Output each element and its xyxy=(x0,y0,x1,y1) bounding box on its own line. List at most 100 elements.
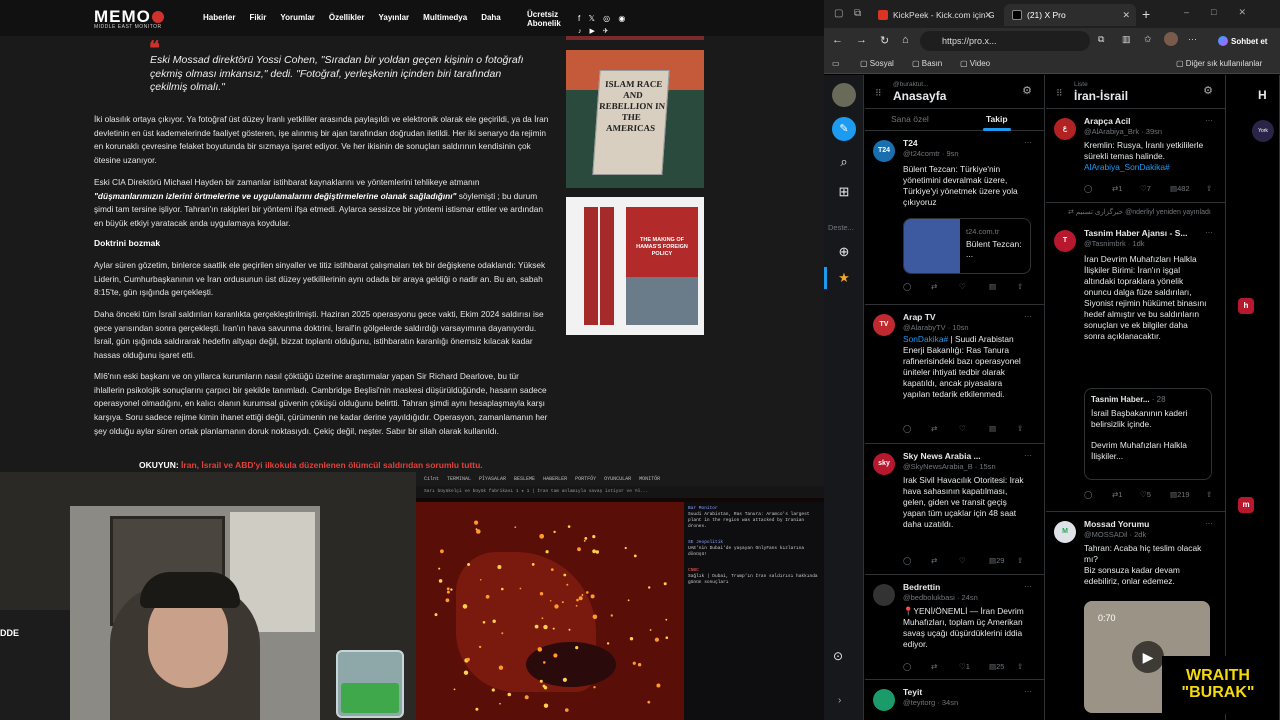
workspaces-icon[interactable]: ▢ xyxy=(834,8,843,19)
map-event-dot[interactable] xyxy=(575,646,579,650)
map-event-dot[interactable] xyxy=(519,587,522,590)
map-event-dot[interactable] xyxy=(576,598,579,602)
profile-avatar[interactable] xyxy=(1164,32,1178,46)
map-event-dot[interactable] xyxy=(624,546,627,550)
more-icon[interactable]: ··· xyxy=(1205,228,1213,237)
author-name[interactable]: T24 xyxy=(903,138,918,148)
map-event-dot[interactable] xyxy=(592,535,596,539)
tab-for-you[interactable]: Sana özel xyxy=(891,114,929,124)
new-tab-icon[interactable]: + xyxy=(1142,6,1150,22)
drag-handle-icon[interactable]: ⠿ xyxy=(875,88,882,99)
map-event-dot[interactable] xyxy=(474,520,479,525)
like-icon[interactable]: ♡ xyxy=(959,282,966,291)
retweet-icon[interactable]: ⇄ xyxy=(931,282,937,291)
retweet-icon[interactable]: ⇄ xyxy=(931,556,937,565)
author-name[interactable]: Arapça Acil xyxy=(1084,116,1130,126)
map-event-dot[interactable] xyxy=(568,628,571,631)
hashtag-link[interactable]: AlArabiya_SonDakika# xyxy=(1084,162,1170,172)
more-icon[interactable]: ··· xyxy=(1024,687,1032,696)
add-column-icon[interactable]: ⊞ xyxy=(833,181,855,203)
like-icon[interactable]: ♡ 5 xyxy=(1140,490,1151,499)
drag-handle-icon[interactable]: ⠿ xyxy=(1056,88,1063,99)
views-icon[interactable]: ▤ xyxy=(989,282,996,291)
map-event-dot[interactable] xyxy=(543,703,549,708)
avatar[interactable]: sky xyxy=(873,453,895,475)
map-event-dot[interactable] xyxy=(462,604,468,609)
map-event-dot[interactable] xyxy=(482,621,486,624)
nav-yorumlar[interactable]: Yorumlar xyxy=(280,13,315,22)
map-event-dot[interactable] xyxy=(549,600,552,602)
quoted-tweet[interactable]: Tasnim Haber... · 28 İsrail Başbakanının… xyxy=(1084,388,1212,480)
map-event-dot[interactable] xyxy=(577,547,581,552)
author-name[interactable]: Arap TV xyxy=(903,312,936,322)
map-event-dot[interactable] xyxy=(590,594,595,599)
book-ad-hamas-foreign-policy[interactable]: THE MAKING OF HAMAS'S FOREIGN POLICY xyxy=(566,197,704,335)
link-card[interactable]: t24.com.tr Bülent Tezcan: ... xyxy=(903,218,1031,274)
more-icon[interactable]: ··· xyxy=(1205,116,1213,125)
author-name[interactable]: Sky News Arabia ... xyxy=(903,451,981,461)
map-event-dot[interactable] xyxy=(466,657,470,662)
map-event-dot[interactable] xyxy=(475,707,479,711)
map-event-dot[interactable] xyxy=(497,565,502,569)
forward-icon[interactable]: → xyxy=(856,34,867,46)
map-event-dot[interactable] xyxy=(453,688,456,691)
new-deck-icon[interactable]: ⊕ xyxy=(833,241,855,263)
avatar[interactable]: T xyxy=(1054,230,1076,252)
share-icon[interactable]: ⇧ xyxy=(1206,490,1212,499)
share-icon[interactable]: ⇧ xyxy=(1017,282,1023,291)
subscribe-link[interactable]: Ücretsiz Abonelik xyxy=(527,10,561,28)
map-event-dot[interactable] xyxy=(592,549,596,554)
map-event-dot[interactable] xyxy=(534,624,539,629)
author-name[interactable]: Tasnim Haber Ajansı - S... xyxy=(1084,228,1187,238)
extension-icon[interactable]: ⧉ xyxy=(1098,34,1104,45)
nav-multimedya[interactable]: Multimedya xyxy=(423,13,467,22)
tab-x-pro[interactable]: (21) X Pro ✕ xyxy=(1004,4,1136,26)
views-icon[interactable]: ▤ 219 xyxy=(1170,490,1190,499)
avatar[interactable] xyxy=(873,584,895,606)
map-event-dot[interactable] xyxy=(438,579,443,583)
map-event-dot[interactable] xyxy=(592,614,598,620)
more-icon[interactable]: ··· xyxy=(1024,138,1032,147)
map-event-dot[interactable] xyxy=(450,588,453,591)
nav-ozellikler[interactable]: Özellikler xyxy=(329,13,365,22)
terminal-tab[interactable]: TERMINAL xyxy=(447,476,471,482)
social-icons[interactable]: f 𝕏 ◎ ◉ xyxy=(578,14,628,23)
map-event-dot[interactable] xyxy=(514,526,517,529)
map-event-dot[interactable] xyxy=(637,663,642,667)
map-event-dot[interactable] xyxy=(499,702,501,705)
map-event-dot[interactable] xyxy=(656,683,661,688)
map-event-dot[interactable] xyxy=(434,613,438,617)
map-event-dot[interactable] xyxy=(440,549,444,554)
map-event-dot[interactable] xyxy=(467,563,471,566)
avatar[interactable] xyxy=(873,689,895,711)
back-icon[interactable]: ← xyxy=(832,34,843,46)
map-event-dot[interactable] xyxy=(553,530,556,534)
map-event-dot[interactable] xyxy=(501,632,504,635)
map-event-dot[interactable] xyxy=(566,583,569,586)
author-name[interactable]: Mossad Yorumu xyxy=(1084,519,1149,529)
play-icon[interactable]: ▶ xyxy=(1132,641,1164,673)
map-event-dot[interactable] xyxy=(561,601,564,604)
account-avatar[interactable] xyxy=(832,83,856,107)
terminal-tab[interactable]: OYUNCULAR xyxy=(604,476,631,482)
like-icon[interactable]: ♡ xyxy=(959,424,966,433)
views-icon[interactable]: ▤ 25 xyxy=(989,662,1004,671)
map-event-dot[interactable] xyxy=(665,636,669,639)
window-controls[interactable]: –□✕ xyxy=(1184,7,1268,18)
terminal-logo[interactable]: Cilnt xyxy=(424,476,439,482)
nav-yayinlar[interactable]: Yayınlar xyxy=(378,13,409,22)
share-icon[interactable]: ⇧ xyxy=(1017,662,1023,671)
author-name[interactable]: Teyit xyxy=(903,687,922,697)
tweet[interactable]: TV Arap TV @AlarabyTV · 10sn ··· SonDaki… xyxy=(865,306,1044,444)
retweet-icon[interactable]: ⇄ 1 xyxy=(1112,184,1122,193)
nav-haberler[interactable]: Haberler xyxy=(203,13,235,22)
terminal-tab[interactable]: MONITÖR xyxy=(639,476,660,482)
share-icon[interactable]: ⇧ xyxy=(1017,424,1023,433)
map-event-dot[interactable] xyxy=(463,670,469,675)
map-event-dot[interactable] xyxy=(445,598,450,603)
notification-badge-icon[interactable]: h xyxy=(1238,298,1254,314)
search-icon[interactable]: ⌕ xyxy=(833,151,855,173)
map-event-dot[interactable] xyxy=(584,537,588,540)
split-screen-icon[interactable]: ▥ xyxy=(1122,34,1131,45)
map-event-dot[interactable] xyxy=(595,550,599,554)
